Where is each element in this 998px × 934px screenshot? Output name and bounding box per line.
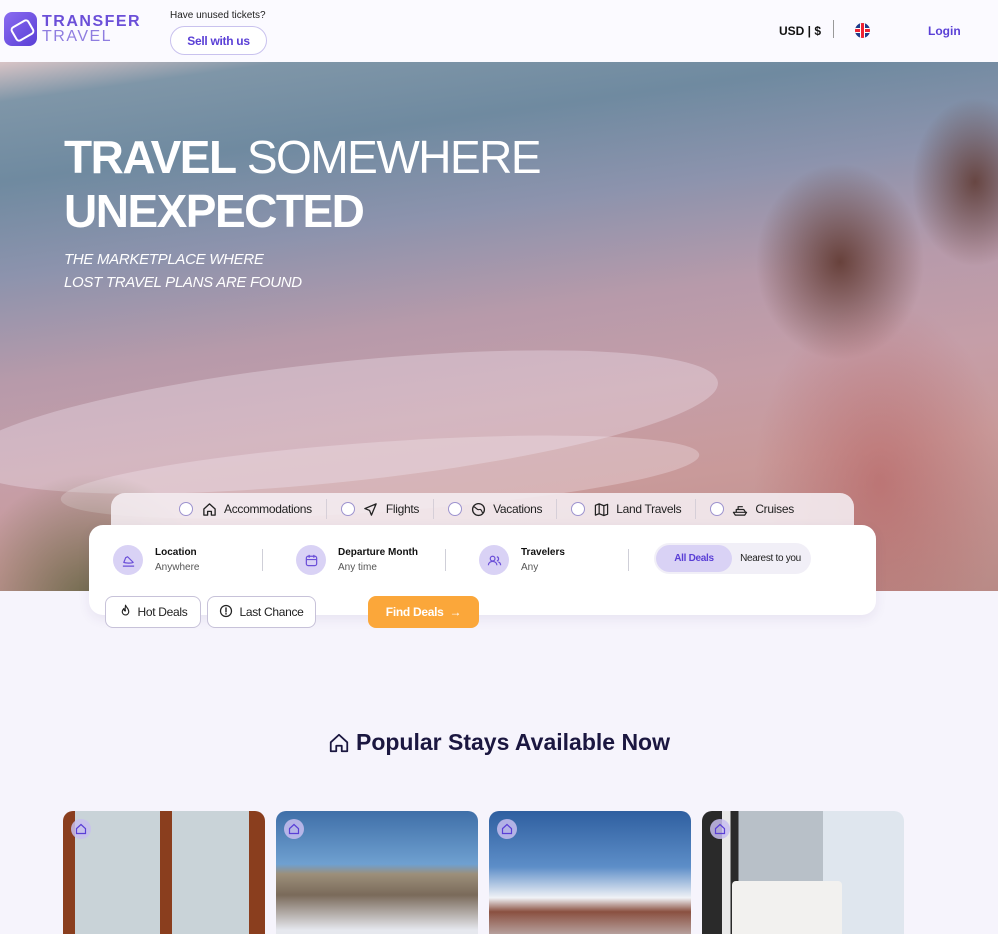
plane-icon	[363, 501, 379, 517]
logo-ticket-icon	[4, 12, 37, 46]
field-divider	[445, 549, 446, 571]
home-icon	[328, 732, 350, 754]
unused-tickets-text: Have unused tickets?	[170, 10, 266, 21]
field-divider	[262, 549, 263, 571]
radio-icon[interactable]	[448, 502, 463, 516]
calendar-icon	[296, 545, 326, 575]
travelers-value: Any	[521, 562, 539, 573]
ship-icon	[732, 501, 748, 517]
top-header: TRANSFER TRAVEL Have unused tickets? Sel…	[0, 0, 998, 62]
headline-word-somewhere: SOMEWHERE	[246, 131, 542, 183]
radio-icon[interactable]	[179, 502, 193, 516]
headline-word-travel: TRAVEL	[64, 131, 237, 183]
hero-subtitle: THE MARKETPLACE WHERE LOST TRAVEL PLANS …	[64, 248, 302, 294]
section-title: Popular Stays Available Now	[355, 729, 670, 755]
tab-label: Cruises	[755, 502, 794, 516]
logo[interactable]: TRANSFER TRAVEL	[4, 12, 141, 46]
tab-accommodations[interactable]: Accommodations	[111, 499, 327, 519]
tab-flights[interactable]: Flights	[327, 499, 435, 519]
last-chance-label: Last Chance	[239, 605, 304, 619]
field-divider	[628, 549, 629, 571]
login-link[interactable]: Login	[928, 24, 961, 38]
hero-subtitle-line-1: THE MARKETPLACE WHERE	[64, 251, 264, 268]
radio-icon[interactable]	[571, 502, 586, 516]
travelers-title: Travelers	[521, 547, 565, 558]
hero-headline: TRAVEL SOMEWHERE UNEXPECTED	[64, 130, 542, 238]
landing-icon	[113, 545, 143, 575]
home-icon	[201, 501, 217, 517]
location-title: Location	[155, 547, 197, 558]
radio-icon[interactable]	[340, 502, 355, 516]
sell-with-us-button[interactable]: Sell with us	[170, 26, 267, 55]
logo-line-2: TRAVEL	[42, 28, 113, 45]
globe-icon	[470, 501, 486, 517]
location-value: Anywhere	[155, 562, 200, 573]
tab-label: Flights	[385, 502, 420, 516]
departure-title: Departure Month	[338, 547, 418, 558]
tab-label: Land Travels	[616, 502, 682, 516]
header-divider	[833, 20, 834, 38]
tab-label: Vacations	[493, 502, 543, 516]
hero-subtitle-line-2: LOST TRAVEL PLANS ARE FOUND	[64, 274, 302, 291]
home-badge-icon	[497, 819, 517, 839]
hot-deals-label: Hot Deals	[137, 605, 188, 619]
currency-selector[interactable]: USD | $	[779, 24, 821, 38]
stay-card[interactable]	[702, 811, 904, 934]
all-deals-option[interactable]: All Deals	[656, 545, 732, 572]
find-deals-button[interactable]: Find Deals →	[368, 596, 479, 628]
nearest-option[interactable]: Nearest to you	[732, 545, 809, 572]
deals-toggle: All Deals Nearest to you	[654, 543, 811, 574]
category-tabs: Accommodations Flights Vacations Land Tr…	[111, 493, 854, 525]
hot-deals-button[interactable]: Hot Deals	[105, 596, 201, 628]
last-chance-button[interactable]: Last Chance	[207, 596, 316, 628]
flame-icon	[119, 604, 132, 620]
departure-month-field[interactable]: Departure Month Any time	[296, 545, 418, 575]
stay-card[interactable]	[63, 811, 265, 934]
logo-line-1: TRANSFER	[42, 13, 142, 30]
tab-cruises[interactable]: Cruises	[696, 499, 808, 519]
uk-flag-icon[interactable]	[855, 23, 870, 38]
stay-card[interactable]	[489, 811, 691, 934]
stay-card[interactable]	[276, 811, 478, 934]
home-badge-icon	[710, 819, 730, 839]
home-badge-icon	[71, 819, 91, 839]
tab-land-travels[interactable]: Land Travels	[557, 499, 697, 519]
travelers-field[interactable]: Travelers Any	[479, 545, 565, 575]
tab-label: Accommodations	[224, 502, 312, 516]
find-deals-label: Find Deals	[385, 605, 444, 619]
arrow-right-icon: →	[449, 605, 462, 619]
location-field[interactable]: Location Anywhere	[113, 545, 199, 575]
home-badge-icon	[284, 819, 304, 839]
section-heading: Popular Stays Available Now	[0, 729, 998, 756]
tab-vacations[interactable]: Vacations	[434, 499, 558, 519]
alert-icon	[219, 604, 233, 621]
departure-value: Any time	[338, 562, 377, 573]
map-icon	[593, 501, 609, 517]
users-icon	[479, 545, 509, 575]
radio-icon[interactable]	[710, 502, 725, 516]
headline-word-unexpected: UNEXPECTED	[64, 185, 365, 237]
